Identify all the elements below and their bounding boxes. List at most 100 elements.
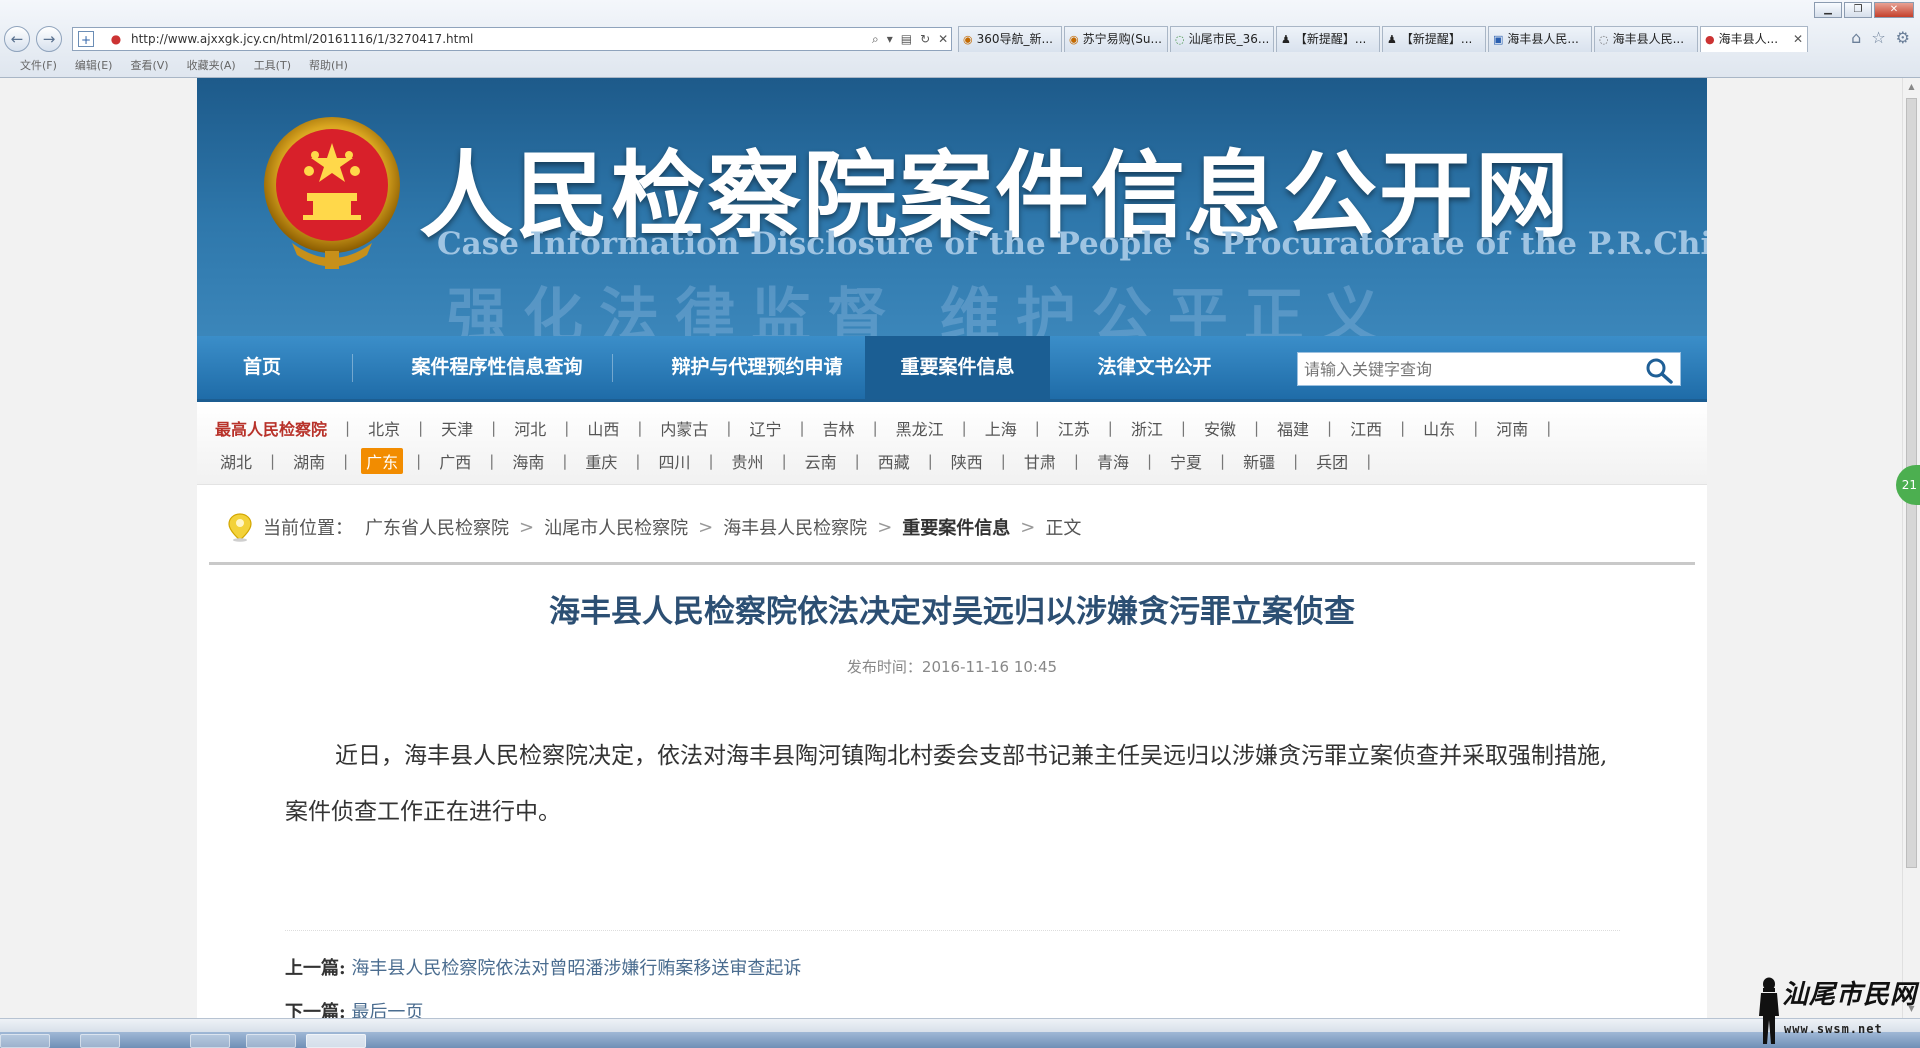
restore-button[interactable]: ❐ xyxy=(1844,2,1872,18)
start-button[interactable] xyxy=(0,1034,50,1048)
province-link[interactable]: 宁夏 xyxy=(1165,448,1207,474)
province-link[interactable]: 福建 xyxy=(1272,415,1314,441)
prev-article-link[interactable]: 海丰县人民检察院依法对曾昭潘涉嫌行贿案移送审查起诉 xyxy=(351,958,801,979)
main-nav: 首页 案件程序性信息查询 辩护与代理预约申请 重要案件信息 法律文书公开 xyxy=(197,336,1707,402)
province-link[interactable]: 内蒙古 xyxy=(655,415,713,441)
province-link[interactable]: 兵团 xyxy=(1311,448,1353,474)
favorites-star-icon[interactable]: ☆ xyxy=(1871,28,1885,47)
province-separator: | xyxy=(1034,419,1040,437)
close-window-button[interactable]: ✕ xyxy=(1874,2,1914,18)
tab-3[interactable]: ♟ 【新提醒】... xyxy=(1276,26,1380,52)
province-link[interactable]: 陕西 xyxy=(946,448,988,474)
tab-7-active[interactable]: ● 海丰县人... ✕ xyxy=(1700,26,1808,52)
address-tools: ⌕ ▾ ▤ ↻ ✕ xyxy=(868,27,952,51)
nav-important-cases[interactable]: 重要案件信息 xyxy=(865,336,1050,399)
settings-gear-icon[interactable]: ⚙ xyxy=(1896,28,1910,47)
province-link[interactable]: 辽宁 xyxy=(744,415,786,441)
province-link[interactable]: 山西 xyxy=(582,415,624,441)
province-separator: | xyxy=(961,419,967,437)
vertical-scrollbar[interactable]: ▲ ▼ xyxy=(1902,78,1920,1018)
province-separator: | xyxy=(1107,419,1113,437)
nav-defense-appointment[interactable]: 辩护与代理预约申请 xyxy=(617,336,897,399)
province-separator: | xyxy=(1366,452,1372,470)
province-link[interactable]: 广西 xyxy=(434,448,476,474)
nav-divider xyxy=(352,354,353,382)
province-link[interactable]: 江苏 xyxy=(1053,415,1095,441)
tab-0[interactable]: ◉ 360导航_新... xyxy=(958,26,1062,52)
province-link[interactable]: 上海 xyxy=(980,415,1022,441)
forward-arrow-icon: → xyxy=(42,30,56,48)
province-link[interactable]: 湖北 xyxy=(215,448,257,474)
province-link[interactable]: 青海 xyxy=(1092,448,1134,474)
back-button[interactable]: ← xyxy=(4,26,30,52)
province-link[interactable]: 河南 xyxy=(1491,415,1533,441)
breadcrumb-item-important-cases[interactable]: 重要案件信息 xyxy=(902,514,1010,540)
province-link[interactable]: 海南 xyxy=(507,448,549,474)
province-link[interactable]: 北京 xyxy=(363,415,405,441)
address-bar[interactable]: http://www.ajxxgk.jcy.cn/html/20161116/1… xyxy=(72,27,952,51)
menu-edit[interactable]: 编辑(E) xyxy=(75,56,113,76)
province-link[interactable]: 河北 xyxy=(509,415,551,441)
search-icon[interactable]: ⌕ xyxy=(872,27,879,51)
province-link[interactable]: 湖南 xyxy=(288,448,330,474)
menu-help[interactable]: 帮助(H) xyxy=(309,56,348,76)
menu-file[interactable]: 文件(F) xyxy=(20,56,57,76)
province-link[interactable]: 西藏 xyxy=(873,448,915,474)
taskbar-item[interactable] xyxy=(246,1034,296,1048)
province-link[interactable]: 重庆 xyxy=(580,448,622,474)
menu-view[interactable]: 查看(V) xyxy=(130,56,168,76)
province-link[interactable]: 吉林 xyxy=(818,415,860,441)
compat-view-icon[interactable]: + xyxy=(78,31,94,47)
province-link[interactable]: 最高人民检察院 xyxy=(215,415,332,441)
watermark-url: www.swsm.net xyxy=(1784,1022,1883,1036)
tab-2[interactable]: ◌ 汕尾市民_36... xyxy=(1170,26,1274,52)
dropdown-icon[interactable]: ▾ xyxy=(887,27,893,51)
home-icon[interactable]: ⌂ xyxy=(1851,28,1861,47)
province-link[interactable]: 贵州 xyxy=(727,448,769,474)
search-input[interactable] xyxy=(1298,353,1628,385)
province-link[interactable]: 浙江 xyxy=(1126,415,1168,441)
province-link[interactable]: 山东 xyxy=(1418,415,1460,441)
province-separator: | xyxy=(799,419,805,437)
tab-1[interactable]: ◉ 苏宁易购(Su... xyxy=(1064,26,1168,52)
breadcrumb-item-shanwei[interactable]: 汕尾市人民检察院 xyxy=(544,514,688,540)
compat-icon[interactable]: ▤ xyxy=(901,27,912,51)
nav-legal-documents[interactable]: 法律文书公开 xyxy=(1052,336,1257,399)
next-article-link[interactable]: 最后一页 xyxy=(351,1002,423,1018)
province-link[interactable]: 四川 xyxy=(653,448,695,474)
province-link[interactable]: 江西 xyxy=(1345,415,1387,441)
taskbar-item-active[interactable] xyxy=(306,1034,366,1048)
breadcrumb-item-guangdong[interactable]: 广东省人民检察院 xyxy=(365,514,509,540)
next-article: 下一篇: 最后一页 xyxy=(285,998,423,1018)
province-link[interactable]: 云南 xyxy=(800,448,842,474)
tab-favicon-icon: ● xyxy=(1705,33,1715,46)
province-link[interactable]: 安徽 xyxy=(1199,415,1241,441)
province-link[interactable]: 甘肃 xyxy=(1019,448,1061,474)
refresh-icon[interactable]: ↻ xyxy=(920,27,930,51)
taskbar-item[interactable] xyxy=(80,1034,120,1048)
forward-button[interactable]: → xyxy=(36,26,62,52)
nav-home[interactable]: 首页 xyxy=(197,336,327,399)
minimize-button[interactable]: ▁ xyxy=(1814,2,1842,18)
province-separator: | xyxy=(872,419,878,437)
site-favicon-icon: ● xyxy=(110,32,122,46)
breadcrumb-item-haifeng[interactable]: 海丰县人民检察院 xyxy=(723,514,867,540)
province-link[interactable]: 天津 xyxy=(436,415,478,441)
province-link[interactable]: 黑龙江 xyxy=(891,415,949,441)
tab-close-icon[interactable]: ✕ xyxy=(1793,27,1803,52)
taskbar-item[interactable] xyxy=(190,1034,230,1048)
tab-4[interactable]: ♟ 【新提醒】... xyxy=(1382,26,1486,52)
tab-6[interactable]: ◌ 海丰县人民... xyxy=(1594,26,1698,52)
province-link[interactable]: 新疆 xyxy=(1238,448,1280,474)
scroll-up-icon[interactable]: ▲ xyxy=(1906,81,1917,93)
menu-favorites[interactable]: 收藏夹(A) xyxy=(187,56,236,76)
stop-icon[interactable]: ✕ xyxy=(938,27,948,51)
tab-5[interactable]: ▣ 海丰县人民... xyxy=(1488,26,1592,52)
province-separator: | xyxy=(635,452,641,470)
tab-favicon-icon: ♟ xyxy=(1281,33,1291,46)
search-icon[interactable] xyxy=(1644,356,1674,384)
nav-case-query[interactable]: 案件程序性信息查询 xyxy=(357,336,637,399)
province-link-active[interactable]: 广东 xyxy=(361,448,404,474)
menu-tools[interactable]: 工具(T) xyxy=(254,56,291,76)
breadcrumb-separator: > xyxy=(519,516,535,538)
